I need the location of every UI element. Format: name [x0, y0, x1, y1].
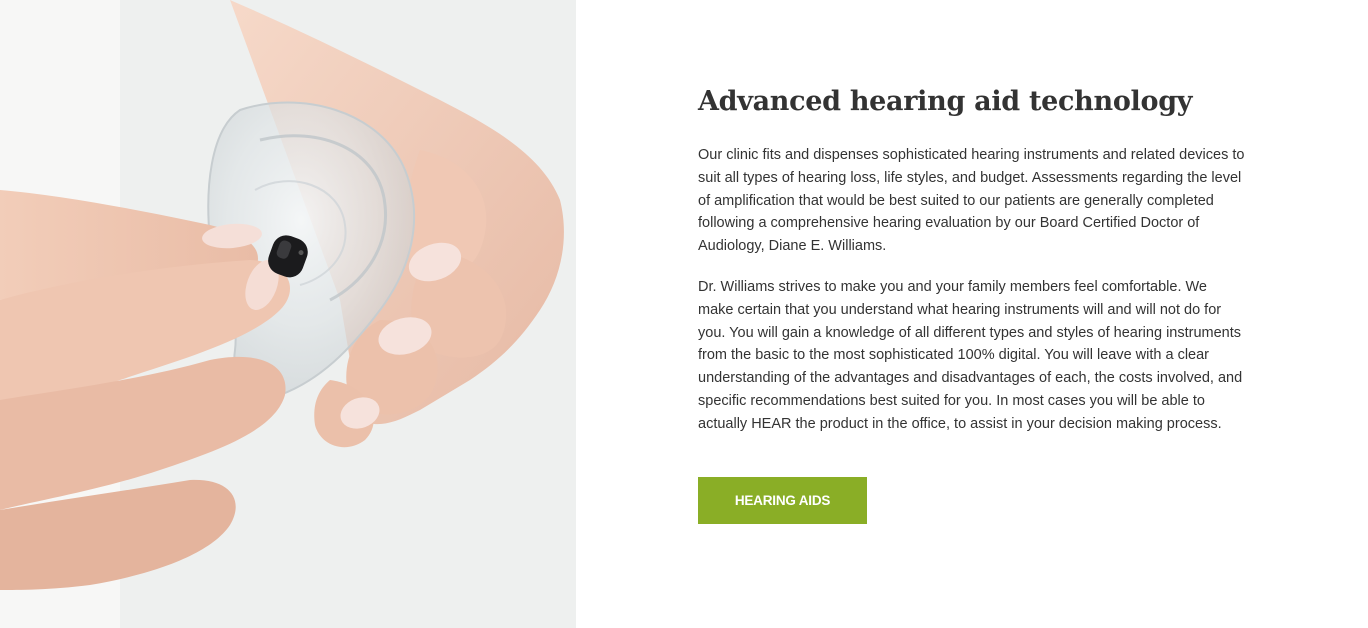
content-column: Advanced hearing aid technology Our clin…: [576, 0, 1368, 628]
hearing-aid-section: Advanced hearing aid technology Our clin…: [0, 0, 1368, 628]
section-title: Advanced hearing aid technology: [698, 86, 1193, 117]
hearing-aids-button[interactable]: HEARING AIDS: [698, 477, 867, 524]
hearing-aid-photo: [0, 0, 576, 628]
details-paragraph: Dr. Williams strives to make you and you…: [698, 279, 1243, 432]
intro-paragraph: Our clinic fits and dispenses sophistica…: [698, 147, 1245, 255]
